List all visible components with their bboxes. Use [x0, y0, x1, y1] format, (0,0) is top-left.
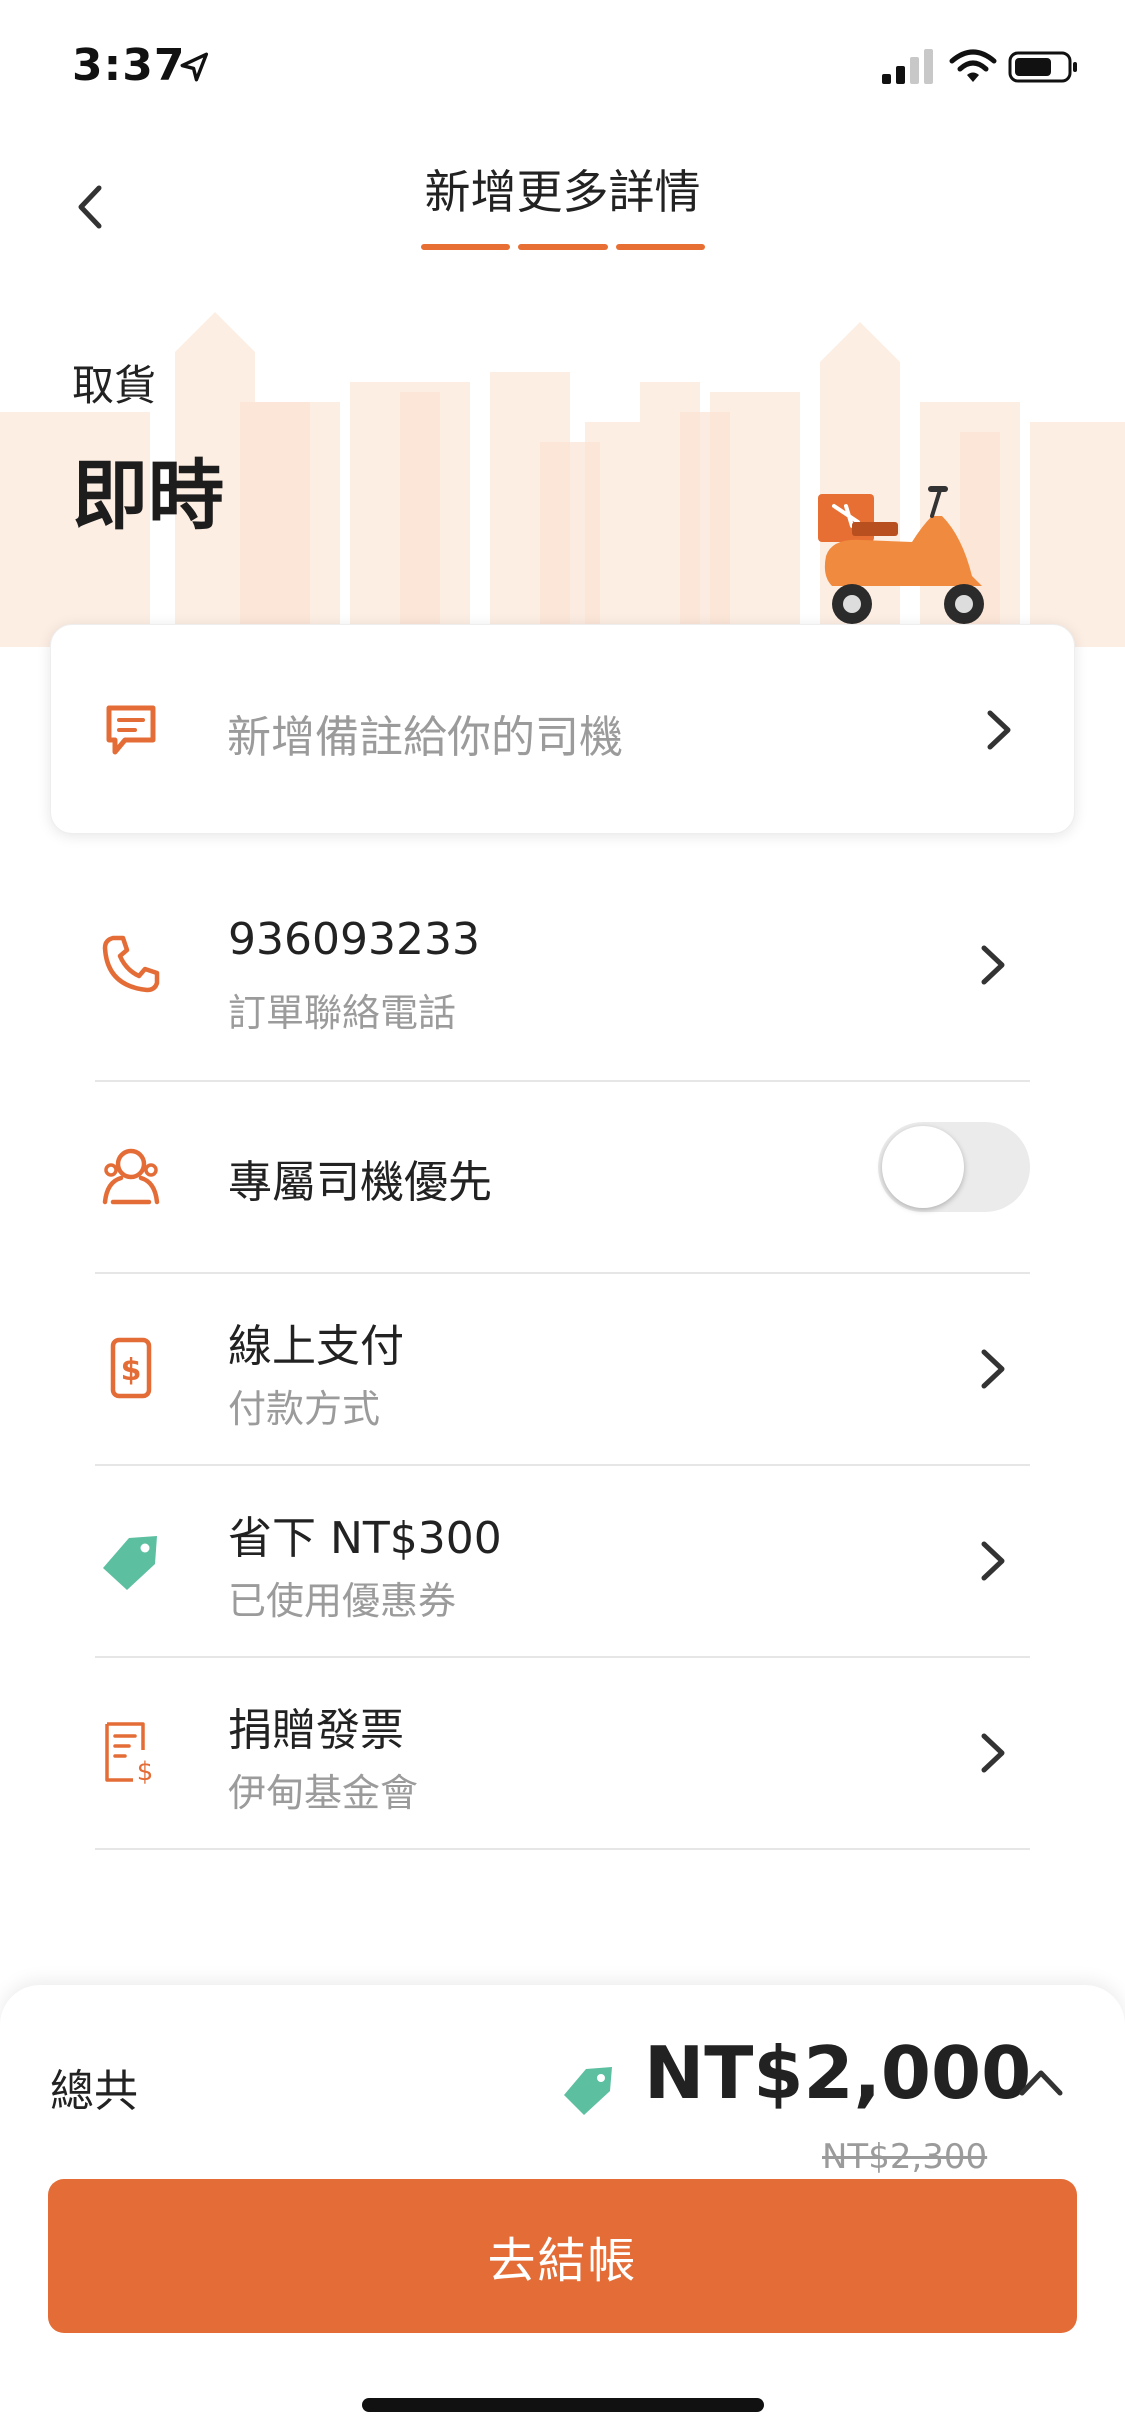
chevron-right-icon — [987, 710, 1011, 750]
progress-step — [518, 244, 608, 250]
coupon-row[interactable]: 省下 NT$300 已使用優惠券 — [95, 1466, 1030, 1658]
total-price: NT$2,000 — [644, 2031, 1032, 2115]
contact-phone-label: 訂單聯絡電話 — [228, 991, 457, 1035]
pickup-time-value: 即時 — [72, 451, 224, 540]
invoice-recipient: 伊甸基金會 — [228, 1771, 419, 1815]
invoice-row[interactable]: $ 捐贈發票 伊甸基金會 — [95, 1658, 1030, 1850]
favorite-driver-row: 專屬司機優先 — [95, 1082, 1030, 1274]
delivery-scooter-icon — [818, 486, 984, 624]
header: 新增更多詳情 — [0, 132, 1125, 262]
svg-text:$: $ — [121, 1353, 142, 1388]
driver-icon — [102, 1148, 160, 1205]
coupon-savings: 省下 NT$300 — [228, 1513, 502, 1564]
toggle-knob — [882, 1126, 964, 1208]
payment-icon: $ — [110, 1337, 152, 1399]
tag-icon — [103, 1536, 157, 1590]
chevron-right-icon — [981, 1733, 1005, 1773]
chevron-right-icon — [981, 1541, 1005, 1581]
home-indicator — [362, 2398, 764, 2412]
progress-step — [421, 244, 511, 250]
page-title: 新增更多詳情 — [424, 165, 701, 219]
status-time: 3:37 — [72, 40, 186, 91]
favorite-driver-label: 專屬司機優先 — [228, 1157, 492, 1208]
driver-note-card[interactable]: 新增備註給你的司機 — [50, 624, 1075, 834]
chevron-right-icon — [981, 1349, 1005, 1389]
checkout-button[interactable]: 去結帳 — [48, 2179, 1077, 2333]
location-arrow-icon — [180, 52, 209, 82]
total-label: 總共 — [50, 2066, 138, 2117]
pickup-hero: 取貨 即時 — [0, 262, 1125, 647]
payment-method-title: 線上支付 — [228, 1321, 404, 1372]
status-bar: 3:37 — [0, 0, 1125, 132]
chevron-up-icon[interactable] — [1016, 2061, 1066, 2101]
chevron-right-icon — [981, 945, 1005, 985]
cellular-signal-icon — [882, 49, 933, 84]
pickup-label: 取貨 — [72, 361, 157, 410]
driver-note-placeholder: 新增備註給你的司機 — [227, 712, 623, 763]
payment-method-subtitle: 付款方式 — [228, 1387, 381, 1431]
step-progress — [421, 244, 705, 250]
favorite-driver-toggle[interactable] — [878, 1122, 1030, 1212]
original-price: NT$2,300 — [822, 2137, 988, 2177]
message-icon — [106, 705, 156, 755]
contact-phone-number: 936093233 — [228, 914, 480, 965]
svg-text:$: $ — [137, 1757, 154, 1784]
wifi-icon — [949, 49, 997, 82]
invoice-title: 捐贈發票 — [228, 1705, 404, 1756]
coupon-status: 已使用優惠券 — [228, 1579, 457, 1623]
receipt-icon: $ — [105, 1722, 154, 1784]
order-summary-sheet: 總共 NT$2,000 NT$2,300 去結帳 — [0, 1985, 1125, 2436]
payment-method-row[interactable]: $ 線上支付 付款方式 — [95, 1274, 1030, 1466]
discount-tag-icon — [564, 2067, 612, 2115]
battery-icon — [1008, 51, 1077, 83]
contact-phone-row[interactable]: 936093233 訂單聯絡電話 — [95, 862, 1030, 1082]
phone-icon — [102, 935, 160, 993]
progress-step — [615, 244, 705, 250]
